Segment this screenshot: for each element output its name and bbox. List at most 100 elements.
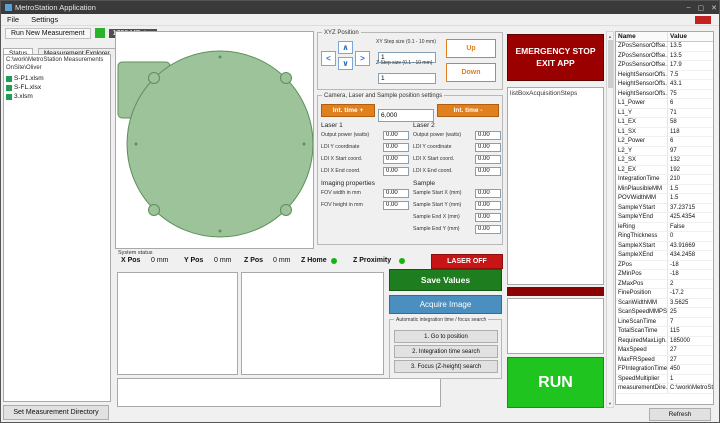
z-pos-value: 0 mm: [273, 257, 291, 264]
auto-step-button[interactable]: 1. Go to position: [394, 330, 498, 343]
table-row[interactable]: HeightSensorOffs...7.5: [616, 71, 713, 81]
table-row[interactable]: L2_Power6: [616, 137, 713, 147]
table-row[interactable]: FPIntegrationTime450: [616, 365, 713, 375]
laser2-value-input[interactable]: [475, 131, 501, 140]
table-row[interactable]: RingThickness0: [616, 232, 713, 242]
emergency-stop-button[interactable]: EMERGENCY STOP EXIT APP: [507, 34, 604, 81]
table-row[interactable]: FinePosition-17.2: [616, 289, 713, 299]
progress-bar: [507, 287, 604, 296]
table-row[interactable]: L2_SX132: [616, 156, 713, 166]
z-up-button[interactable]: Up: [446, 39, 496, 58]
table-row[interactable]: L2_Y97: [616, 147, 713, 157]
minimize-button[interactable]: –: [687, 4, 691, 12]
table-row[interactable]: ZPosSensorOffse...17.9: [616, 61, 713, 71]
laser1-value-input[interactable]: [383, 167, 409, 176]
table-row[interactable]: SampleXStart43.91669: [616, 242, 713, 252]
wafer-hole-icon: [149, 73, 160, 84]
sample-value-input[interactable]: [475, 225, 501, 234]
tree-item[interactable]: S-FL.xlsx: [6, 83, 108, 92]
move-left-button[interactable]: <: [321, 51, 336, 66]
field-row: Sample End X (mm): [413, 212, 501, 222]
scrollbar-thumb[interactable]: [608, 40, 613, 88]
table-row[interactable]: SampleXEnd434.2458: [616, 251, 713, 261]
table-row[interactable]: L1_Power6: [616, 99, 713, 109]
table-row[interactable]: ZPos-18: [616, 261, 713, 271]
sample-value-input[interactable]: [475, 213, 501, 222]
laser1-value-input[interactable]: [383, 155, 409, 164]
table-row[interactable]: SpeedMultiplier1: [616, 375, 713, 385]
table-row[interactable]: HeightSensorOffs...75: [616, 90, 713, 100]
tree-item[interactable]: 3.xlsm: [6, 92, 108, 101]
column-header-name[interactable]: Name: [616, 32, 668, 41]
table-row[interactable]: ZPosSensorOffse...13.5: [616, 52, 713, 62]
table-row[interactable]: MaxSpeed27: [616, 346, 713, 356]
table-row[interactable]: IntegrationTime210: [616, 175, 713, 185]
table-row[interactable]: ZMinPos-18: [616, 270, 713, 280]
imaging-value-input[interactable]: [383, 201, 409, 210]
param-value: 185000: [668, 337, 713, 346]
laser2-value-input[interactable]: [475, 143, 501, 152]
field-row: Output power (watts): [413, 130, 501, 140]
param-value: 7.5: [668, 71, 713, 80]
laser1-value-input[interactable]: [383, 143, 409, 152]
measurement-file-tree[interactable]: C:\work\MetroStation Measurements OnSite…: [3, 54, 111, 402]
param-value: 71: [668, 109, 713, 118]
move-down-button[interactable]: ∨: [338, 57, 353, 70]
menu-settings[interactable]: Settings: [25, 15, 64, 24]
table-row[interactable]: ScanWidthMM3.5625: [616, 299, 713, 309]
int-time-minus-button[interactable]: Int. time -: [437, 104, 499, 117]
laser2-value-input[interactable]: [475, 155, 501, 164]
close-button[interactable]: ✕: [711, 4, 717, 12]
table-row[interactable]: measurementDire...C:\work\MetroSt...: [616, 384, 713, 394]
tree-item[interactable]: S-P1.xlsm: [6, 74, 108, 83]
move-up-button[interactable]: ∧: [338, 41, 353, 54]
run-new-measurement-button[interactable]: Run New Measurement: [5, 28, 91, 39]
scroll-down-icon[interactable]: ▼: [608, 399, 612, 407]
menu-file[interactable]: File: [1, 15, 25, 24]
auto-step-button[interactable]: 2. Integration time search: [394, 345, 498, 358]
acquire-image-button[interactable]: Acquire Image: [389, 295, 502, 314]
integration-time-input[interactable]: [378, 109, 434, 122]
z-down-button[interactable]: Down: [446, 63, 496, 82]
table-row[interactable]: TotalScanTime115: [616, 327, 713, 337]
sample-value-input[interactable]: [475, 201, 501, 210]
auto-search-title: Automatic integration time / focus searc…: [394, 316, 488, 324]
laser2-value-input[interactable]: [475, 167, 501, 176]
table-row[interactable]: SampleYEnd425.4354: [616, 213, 713, 223]
acquisition-steps-listbox[interactable]: listBoxAcquisitionSteps: [507, 87, 604, 285]
table-row[interactable]: MaxFRSpeed27: [616, 356, 713, 366]
z-step-input[interactable]: [378, 73, 436, 84]
table-row[interactable]: RequiredMaxLigh...185000: [616, 337, 713, 347]
laser-off-button[interactable]: LASER OFF: [431, 254, 503, 269]
table-row[interactable]: HeightSensorOffs...43.1: [616, 80, 713, 90]
refresh-button[interactable]: Refresh: [649, 408, 711, 421]
table-row[interactable]: L1_Y71: [616, 109, 713, 119]
save-values-button[interactable]: Save Values: [389, 269, 502, 291]
scroll-up-icon[interactable]: ▲: [608, 32, 612, 40]
field-label: LDI Y coordinate: [321, 144, 383, 150]
table-row[interactable]: L1_SX118: [616, 128, 713, 138]
set-measurement-directory-button[interactable]: Set Measurement Directory: [3, 405, 109, 420]
table-row[interactable]: ZPosSensorOffse...13.5: [616, 42, 713, 52]
table-row[interactable]: ScanSpeedMMPS25: [616, 308, 713, 318]
column-header-value[interactable]: Value: [668, 32, 713, 41]
sample-value-input[interactable]: [475, 189, 501, 198]
move-right-button[interactable]: >: [355, 51, 370, 66]
table-row[interactable]: L2_EX192: [616, 166, 713, 176]
table-row[interactable]: SampleYStart37.23715: [616, 204, 713, 214]
wafer-canvas[interactable]: [115, 31, 314, 249]
table-row[interactable]: leRingFalse: [616, 223, 713, 233]
table-row[interactable]: ZMaxPos2: [616, 280, 713, 290]
laser1-value-input[interactable]: [383, 131, 409, 140]
maximize-button[interactable]: ▢: [698, 4, 705, 12]
run-button[interactable]: RUN: [507, 357, 604, 408]
table-row[interactable]: LineScanTime7: [616, 318, 713, 328]
auto-step-button[interactable]: 3. Focus (Z-height) search: [394, 360, 498, 373]
param-table-scrollbar[interactable]: ▲ ▼: [606, 31, 614, 408]
red-indicator-button[interactable]: [695, 16, 711, 24]
table-row[interactable]: POVWidthMM1.5: [616, 194, 713, 204]
imaging-value-input[interactable]: [383, 189, 409, 198]
int-time-plus-button[interactable]: Int. time +: [321, 104, 375, 117]
table-row[interactable]: MinPlausibleMM1.5: [616, 185, 713, 195]
table-row[interactable]: L1_EX58: [616, 118, 713, 128]
